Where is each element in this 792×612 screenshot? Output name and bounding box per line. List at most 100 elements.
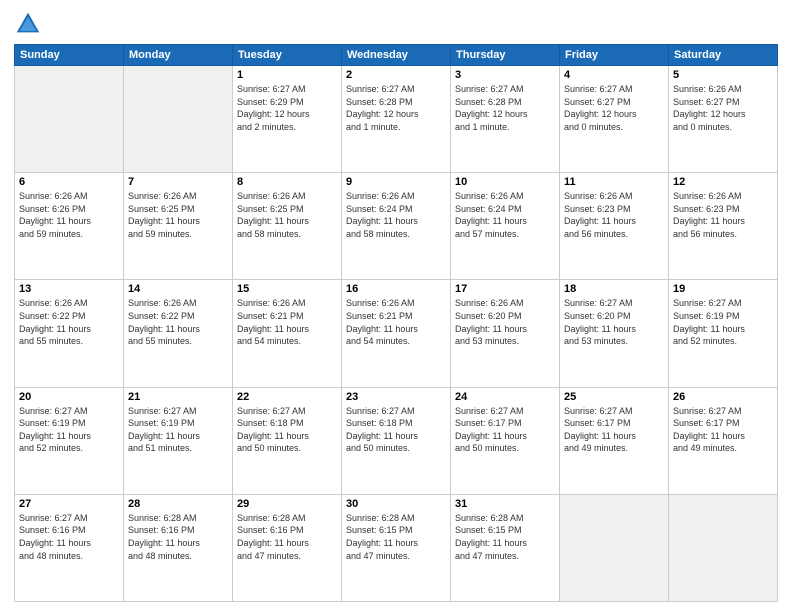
day-number: 14 bbox=[128, 283, 228, 295]
weekday-header-sunday: Sunday bbox=[15, 45, 124, 66]
calendar-cell: 19Sunrise: 6:27 AM Sunset: 6:19 PM Dayli… bbox=[669, 280, 778, 387]
calendar-cell bbox=[560, 494, 669, 601]
day-info: Sunrise: 6:27 AM Sunset: 6:17 PM Dayligh… bbox=[455, 405, 555, 455]
calendar-cell: 1Sunrise: 6:27 AM Sunset: 6:29 PM Daylig… bbox=[233, 66, 342, 173]
day-info: Sunrise: 6:26 AM Sunset: 6:26 PM Dayligh… bbox=[19, 190, 119, 240]
day-number: 6 bbox=[19, 176, 119, 188]
day-info: Sunrise: 6:26 AM Sunset: 6:21 PM Dayligh… bbox=[237, 297, 337, 347]
calendar-cell: 10 Sunrise: 6:26 AM Sunset: 6:24 PM Dayli… bbox=[451, 173, 560, 280]
calendar-cell: 11Sunrise: 6:26 AM Sunset: 6:23 PM Dayli… bbox=[560, 173, 669, 280]
weekday-header-wednesday: Wednesday bbox=[342, 45, 451, 66]
day-info: Sunrise: 6:27 AM Sunset: 6:18 PM Dayligh… bbox=[346, 405, 446, 455]
calendar-cell: 5 Sunrise: 6:26 AM Sunset: 6:27 PM Daylig… bbox=[669, 66, 778, 173]
calendar-cell: 24 Sunrise: 6:27 AM Sunset: 6:17 PM Dayli… bbox=[451, 387, 560, 494]
day-number: 31 bbox=[455, 498, 555, 510]
day-number: 8 bbox=[237, 176, 337, 188]
day-number: 30 bbox=[346, 498, 446, 510]
day-info: Sunrise: 6:28 AM Sunset: 6:16 PM Dayligh… bbox=[237, 512, 337, 562]
day-number: 25 bbox=[564, 391, 664, 403]
day-number: 4 bbox=[564, 69, 664, 81]
day-number: 9 bbox=[346, 176, 446, 188]
calendar-cell: 7 Sunrise: 6:26 AM Sunset: 6:25 PM Daylig… bbox=[124, 173, 233, 280]
day-info: Sunrise: 6:27 AM Sunset: 6:27 PM Dayligh… bbox=[564, 83, 664, 133]
calendar-cell: 21 Sunrise: 6:27 AM Sunset: 6:19 PM Dayli… bbox=[124, 387, 233, 494]
day-number: 5 bbox=[673, 69, 773, 81]
day-number: 18 bbox=[564, 283, 664, 295]
calendar-cell: 31 Sunrise: 6:28 AM Sunset: 6:15 PM Dayli… bbox=[451, 494, 560, 601]
calendar-table: SundayMondayTuesdayWednesdayThursdayFrid… bbox=[14, 44, 778, 602]
day-number: 15 bbox=[237, 283, 337, 295]
calendar-cell: 8Sunrise: 6:26 AM Sunset: 6:25 PM Daylig… bbox=[233, 173, 342, 280]
day-number: 23 bbox=[346, 391, 446, 403]
day-info: Sunrise: 6:27 AM Sunset: 6:28 PM Dayligh… bbox=[346, 83, 446, 133]
weekday-header-row: SundayMondayTuesdayWednesdayThursdayFrid… bbox=[15, 45, 778, 66]
day-info: Sunrise: 6:28 AM Sunset: 6:15 PM Dayligh… bbox=[346, 512, 446, 562]
calendar-cell: 26 Sunrise: 6:27 AM Sunset: 6:17 PM Dayli… bbox=[669, 387, 778, 494]
day-number: 16 bbox=[346, 283, 446, 295]
day-number: 26 bbox=[673, 391, 773, 403]
calendar-week-row: 27 Sunrise: 6:27 AM Sunset: 6:16 PM Dayli… bbox=[15, 494, 778, 601]
day-info: Sunrise: 6:26 AM Sunset: 6:24 PM Dayligh… bbox=[455, 190, 555, 240]
calendar-cell: 28Sunrise: 6:28 AM Sunset: 6:16 PM Dayli… bbox=[124, 494, 233, 601]
day-number: 27 bbox=[19, 498, 119, 510]
calendar-cell: 9 Sunrise: 6:26 AM Sunset: 6:24 PM Daylig… bbox=[342, 173, 451, 280]
calendar-cell: 30 Sunrise: 6:28 AM Sunset: 6:15 PM Dayli… bbox=[342, 494, 451, 601]
page: SundayMondayTuesdayWednesdayThursdayFrid… bbox=[0, 0, 792, 612]
calendar-cell: 20 Sunrise: 6:27 AM Sunset: 6:19 PM Dayli… bbox=[15, 387, 124, 494]
calendar-cell: 3 Sunrise: 6:27 AM Sunset: 6:28 PM Daylig… bbox=[451, 66, 560, 173]
calendar-cell: 4 Sunrise: 6:27 AM Sunset: 6:27 PM Daylig… bbox=[560, 66, 669, 173]
day-info: Sunrise: 6:27 AM Sunset: 6:19 PM Dayligh… bbox=[128, 405, 228, 455]
calendar-cell: 27 Sunrise: 6:27 AM Sunset: 6:16 PM Dayli… bbox=[15, 494, 124, 601]
day-info: Sunrise: 6:27 AM Sunset: 6:19 PM Dayligh… bbox=[19, 405, 119, 455]
day-number: 22 bbox=[237, 391, 337, 403]
day-info: Sunrise: 6:26 AM Sunset: 6:20 PM Dayligh… bbox=[455, 297, 555, 347]
day-info: Sunrise: 6:27 AM Sunset: 6:19 PM Dayligh… bbox=[673, 297, 773, 347]
day-number: 20 bbox=[19, 391, 119, 403]
calendar-cell: 17 Sunrise: 6:26 AM Sunset: 6:20 PM Dayli… bbox=[451, 280, 560, 387]
day-number: 11 bbox=[564, 176, 664, 188]
day-number: 29 bbox=[237, 498, 337, 510]
calendar-week-row: 1Sunrise: 6:27 AM Sunset: 6:29 PM Daylig… bbox=[15, 66, 778, 173]
calendar-cell bbox=[15, 66, 124, 173]
calendar-cell: 25Sunrise: 6:27 AM Sunset: 6:17 PM Dayli… bbox=[560, 387, 669, 494]
calendar-week-row: 20 Sunrise: 6:27 AM Sunset: 6:19 PM Dayli… bbox=[15, 387, 778, 494]
weekday-header-thursday: Thursday bbox=[451, 45, 560, 66]
day-info: Sunrise: 6:27 AM Sunset: 6:28 PM Dayligh… bbox=[455, 83, 555, 133]
day-number: 3 bbox=[455, 69, 555, 81]
calendar-cell: 2 Sunrise: 6:27 AM Sunset: 6:28 PM Daylig… bbox=[342, 66, 451, 173]
calendar-cell: 22 Sunrise: 6:27 AM Sunset: 6:18 PM Dayli… bbox=[233, 387, 342, 494]
calendar-cell: 6 Sunrise: 6:26 AM Sunset: 6:26 PM Daylig… bbox=[15, 173, 124, 280]
weekday-header-tuesday: Tuesday bbox=[233, 45, 342, 66]
day-number: 17 bbox=[455, 283, 555, 295]
day-number: 21 bbox=[128, 391, 228, 403]
day-number: 1 bbox=[237, 69, 337, 81]
day-number: 24 bbox=[455, 391, 555, 403]
calendar-cell: 15 Sunrise: 6:26 AM Sunset: 6:21 PM Dayli… bbox=[233, 280, 342, 387]
day-number: 12 bbox=[673, 176, 773, 188]
day-info: Sunrise: 6:28 AM Sunset: 6:15 PM Dayligh… bbox=[455, 512, 555, 562]
calendar-cell: 18Sunrise: 6:27 AM Sunset: 6:20 PM Dayli… bbox=[560, 280, 669, 387]
day-info: Sunrise: 6:26 AM Sunset: 6:24 PM Dayligh… bbox=[346, 190, 446, 240]
calendar-cell: 23 Sunrise: 6:27 AM Sunset: 6:18 PM Dayli… bbox=[342, 387, 451, 494]
calendar-cell: 13 Sunrise: 6:26 AM Sunset: 6:22 PM Dayli… bbox=[15, 280, 124, 387]
day-number: 7 bbox=[128, 176, 228, 188]
day-number: 13 bbox=[19, 283, 119, 295]
day-number: 10 bbox=[455, 176, 555, 188]
day-info: Sunrise: 6:26 AM Sunset: 6:25 PM Dayligh… bbox=[128, 190, 228, 240]
day-info: Sunrise: 6:27 AM Sunset: 6:17 PM Dayligh… bbox=[673, 405, 773, 455]
calendar-week-row: 6 Sunrise: 6:26 AM Sunset: 6:26 PM Daylig… bbox=[15, 173, 778, 280]
calendar-cell: 16 Sunrise: 6:26 AM Sunset: 6:21 PM Dayli… bbox=[342, 280, 451, 387]
day-number: 28 bbox=[128, 498, 228, 510]
weekday-header-saturday: Saturday bbox=[669, 45, 778, 66]
day-info: Sunrise: 6:27 AM Sunset: 6:18 PM Dayligh… bbox=[237, 405, 337, 455]
calendar-week-row: 13 Sunrise: 6:26 AM Sunset: 6:22 PM Dayli… bbox=[15, 280, 778, 387]
day-info: Sunrise: 6:26 AM Sunset: 6:22 PM Dayligh… bbox=[19, 297, 119, 347]
day-info: Sunrise: 6:26 AM Sunset: 6:22 PM Dayligh… bbox=[128, 297, 228, 347]
day-info: Sunrise: 6:26 AM Sunset: 6:27 PM Dayligh… bbox=[673, 83, 773, 133]
calendar-cell: 14 Sunrise: 6:26 AM Sunset: 6:22 PM Dayli… bbox=[124, 280, 233, 387]
logo-icon bbox=[14, 10, 42, 38]
calendar-cell bbox=[124, 66, 233, 173]
day-info: Sunrise: 6:27 AM Sunset: 6:16 PM Dayligh… bbox=[19, 512, 119, 562]
day-number: 2 bbox=[346, 69, 446, 81]
day-info: Sunrise: 6:26 AM Sunset: 6:21 PM Dayligh… bbox=[346, 297, 446, 347]
